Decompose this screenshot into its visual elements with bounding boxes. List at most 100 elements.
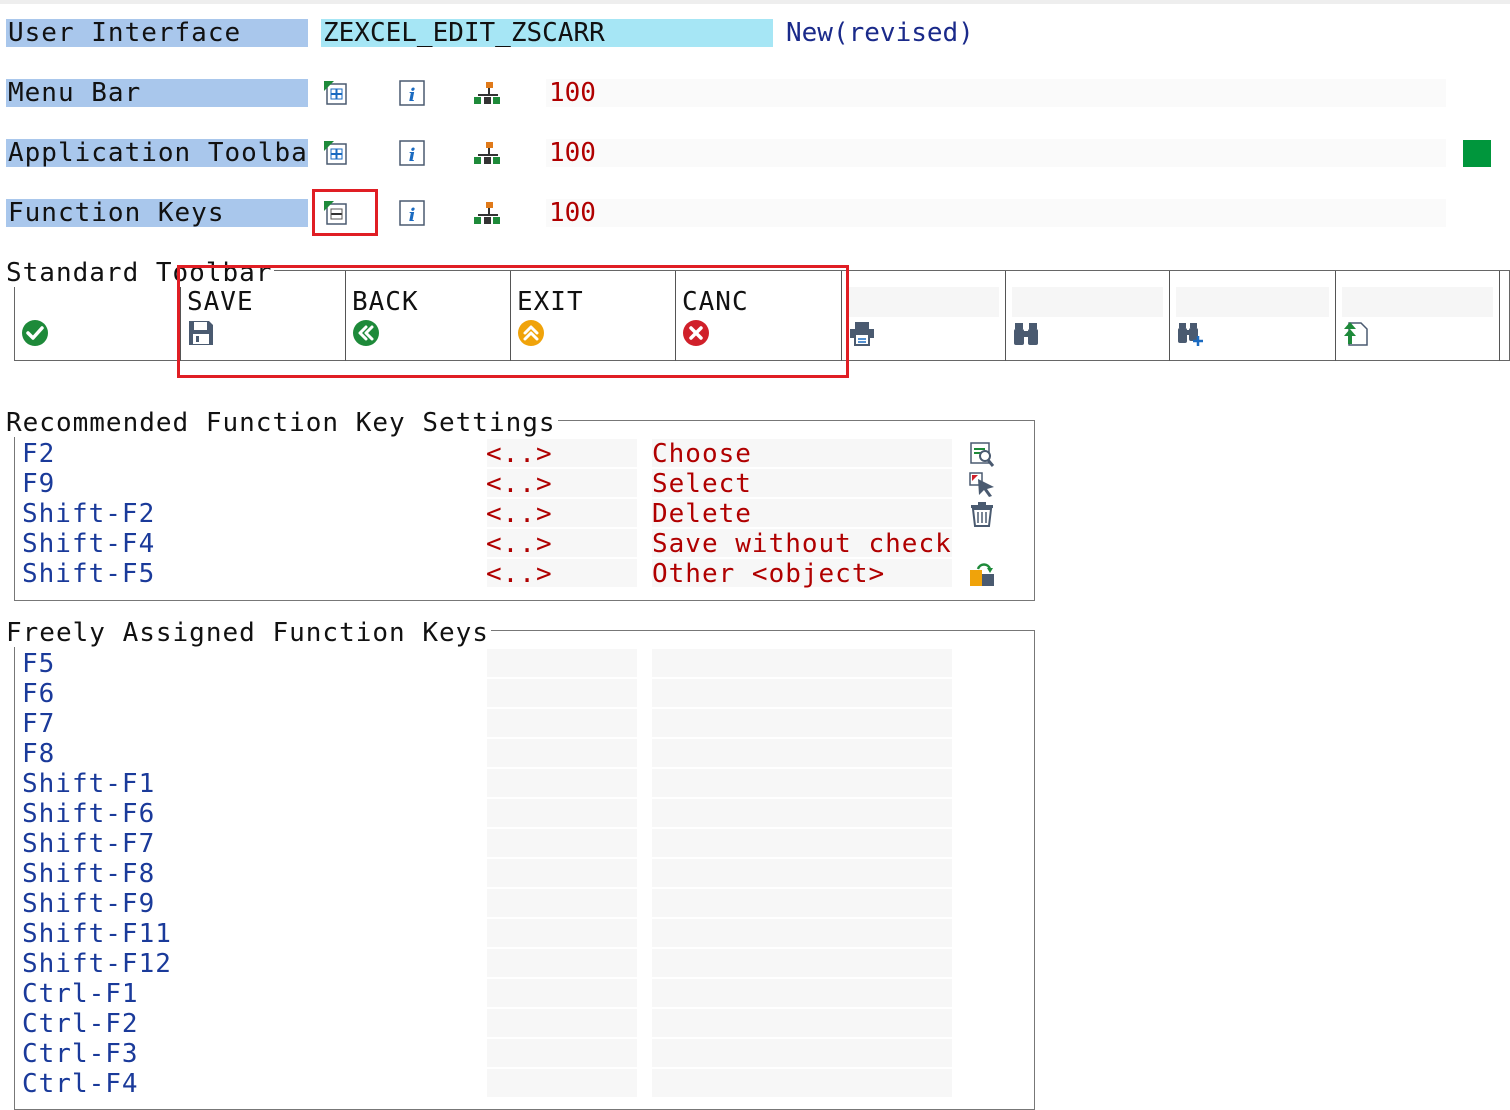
function-code-field[interactable] <box>487 799 637 827</box>
key-label: Ctrl-F3 <box>22 1039 139 1069</box>
hierarchy-icon[interactable] <box>473 139 501 167</box>
function-keys-value-field[interactable] <box>546 199 1446 227</box>
function-code-field[interactable] <box>487 709 637 737</box>
key-label: Ctrl-F1 <box>22 979 139 1009</box>
print-icon <box>848 319 876 347</box>
key-label: F5 <box>22 649 56 679</box>
status-indicator <box>1463 140 1491 167</box>
function-text-field[interactable] <box>652 1069 952 1097</box>
function-code-field[interactable] <box>487 649 637 677</box>
info-icon[interactable]: i <box>398 139 426 167</box>
function-text-field[interactable] <box>652 709 952 737</box>
function-code-field[interactable] <box>487 829 637 857</box>
recommended-group: F2 <..> Choose F9 <..> Select Shift-F2 <… <box>14 420 1035 601</box>
svg-text:i: i <box>409 85 416 106</box>
toolbar-highlight <box>177 265 849 378</box>
select-icon[interactable] <box>967 469 997 499</box>
key-label: Shift-F1 <box>22 769 156 799</box>
function-text-field[interactable] <box>652 919 952 947</box>
function-code-field[interactable] <box>487 979 637 1007</box>
function-text-field[interactable] <box>652 1009 952 1037</box>
function-code-field[interactable] <box>487 1039 637 1067</box>
function-code-field[interactable] <box>487 739 637 767</box>
key-label: Shift-F8 <box>22 859 156 889</box>
function-text-field[interactable] <box>652 859 952 887</box>
collapse-icon[interactable] <box>322 199 350 227</box>
function-text-field[interactable] <box>652 1039 952 1067</box>
function-code[interactable]: <..> <box>486 439 553 469</box>
key-label: Shift-F2 <box>22 499 156 529</box>
function-code-field[interactable] <box>487 1069 637 1097</box>
function-keys-value: 100 <box>549 198 596 228</box>
status-text: New(revised) <box>786 18 974 48</box>
toolbar-slot-first-page[interactable] <box>1336 271 1500 361</box>
key-label: F2 <box>22 439 56 469</box>
hierarchy-icon[interactable] <box>473 79 501 107</box>
freely-assigned-title: Freely Assigned Function Keys <box>6 618 491 648</box>
freely-assigned-group: F5 F6 F7 F8 Shift-F1 Shift-F6 Shift-F7 Shift-F8… <box>14 630 1035 1110</box>
function-keys-label: Function Keys <box>6 199 308 227</box>
key-label: F6 <box>22 679 56 709</box>
key-label: F9 <box>22 469 56 499</box>
menu-bar-value: 100 <box>549 78 596 108</box>
function-code-field[interactable] <box>487 859 637 887</box>
toolbar-slot-print[interactable] <box>842 271 1006 361</box>
toolbar-code-field[interactable] <box>1342 287 1493 317</box>
find-next-icon <box>1176 319 1204 347</box>
toolbar-code-field[interactable] <box>1176 287 1329 317</box>
expand-icon[interactable] <box>322 139 350 167</box>
user-interface-label: User Interface <box>6 19 308 47</box>
function-code[interactable]: <..> <box>486 559 553 589</box>
choose-icon[interactable] <box>967 439 997 469</box>
expand-icon[interactable] <box>322 79 350 107</box>
first-page-icon <box>1342 319 1370 347</box>
info-icon[interactable]: i <box>398 79 426 107</box>
function-text-field[interactable] <box>652 979 952 1007</box>
key-label: Shift-F11 <box>22 919 172 949</box>
menu-bar-value-field[interactable] <box>546 79 1446 107</box>
function-code-field[interactable] <box>487 1009 637 1037</box>
function-code-field[interactable] <box>487 949 637 977</box>
key-label: Shift-F5 <box>22 559 156 589</box>
info-icon[interactable]: i <box>398 199 426 227</box>
function-text-field[interactable] <box>652 829 952 857</box>
function-text-field[interactable] <box>652 649 952 677</box>
function-text[interactable]: Delete <box>652 499 752 529</box>
function-text-field[interactable] <box>652 799 952 827</box>
key-label: Shift-F7 <box>22 829 156 859</box>
key-label: Shift-F6 <box>22 799 156 829</box>
function-text[interactable]: Choose <box>652 439 752 469</box>
application-toolbar-value-field[interactable] <box>546 139 1446 167</box>
toolbar-code-field[interactable] <box>1012 287 1163 317</box>
ui-name-field[interactable]: ZEXCEL_EDIT_ZSCARR <box>321 19 773 47</box>
menu-bar-label: Menu Bar <box>6 79 308 107</box>
function-text[interactable]: Other <object> <box>652 559 885 589</box>
function-code[interactable]: <..> <box>486 499 553 529</box>
function-text[interactable]: Save without check <box>652 529 952 559</box>
delete-icon[interactable] <box>967 499 997 529</box>
toolbar-slot-find-next[interactable] <box>1170 271 1336 361</box>
function-code-field[interactable] <box>487 919 637 947</box>
function-text-field[interactable] <box>652 769 952 797</box>
svg-text:i: i <box>409 145 416 166</box>
top-border <box>0 0 1510 4</box>
application-toolbar-label: Application Toolbar <box>6 139 308 167</box>
key-label: F8 <box>22 739 56 769</box>
function-text-field[interactable] <box>652 739 952 767</box>
function-code-field[interactable] <box>487 769 637 797</box>
toolbar-slot-find[interactable] <box>1006 271 1170 361</box>
function-text-field[interactable] <box>652 949 952 977</box>
function-code[interactable]: <..> <box>486 529 553 559</box>
other-object-icon[interactable] <box>967 559 997 589</box>
function-code-field[interactable] <box>487 679 637 707</box>
toolbar-code-field[interactable] <box>848 287 999 317</box>
key-label: Shift-F4 <box>22 529 156 559</box>
hierarchy-icon[interactable] <box>473 199 501 227</box>
function-text-field[interactable] <box>652 679 952 707</box>
function-code-field[interactable] <box>487 889 637 917</box>
find-icon <box>1012 319 1040 347</box>
function-code[interactable]: <..> <box>486 469 553 499</box>
function-text[interactable]: Select <box>652 469 752 499</box>
recommended-title: Recommended Function Key Settings <box>6 408 558 438</box>
function-text-field[interactable] <box>652 889 952 917</box>
